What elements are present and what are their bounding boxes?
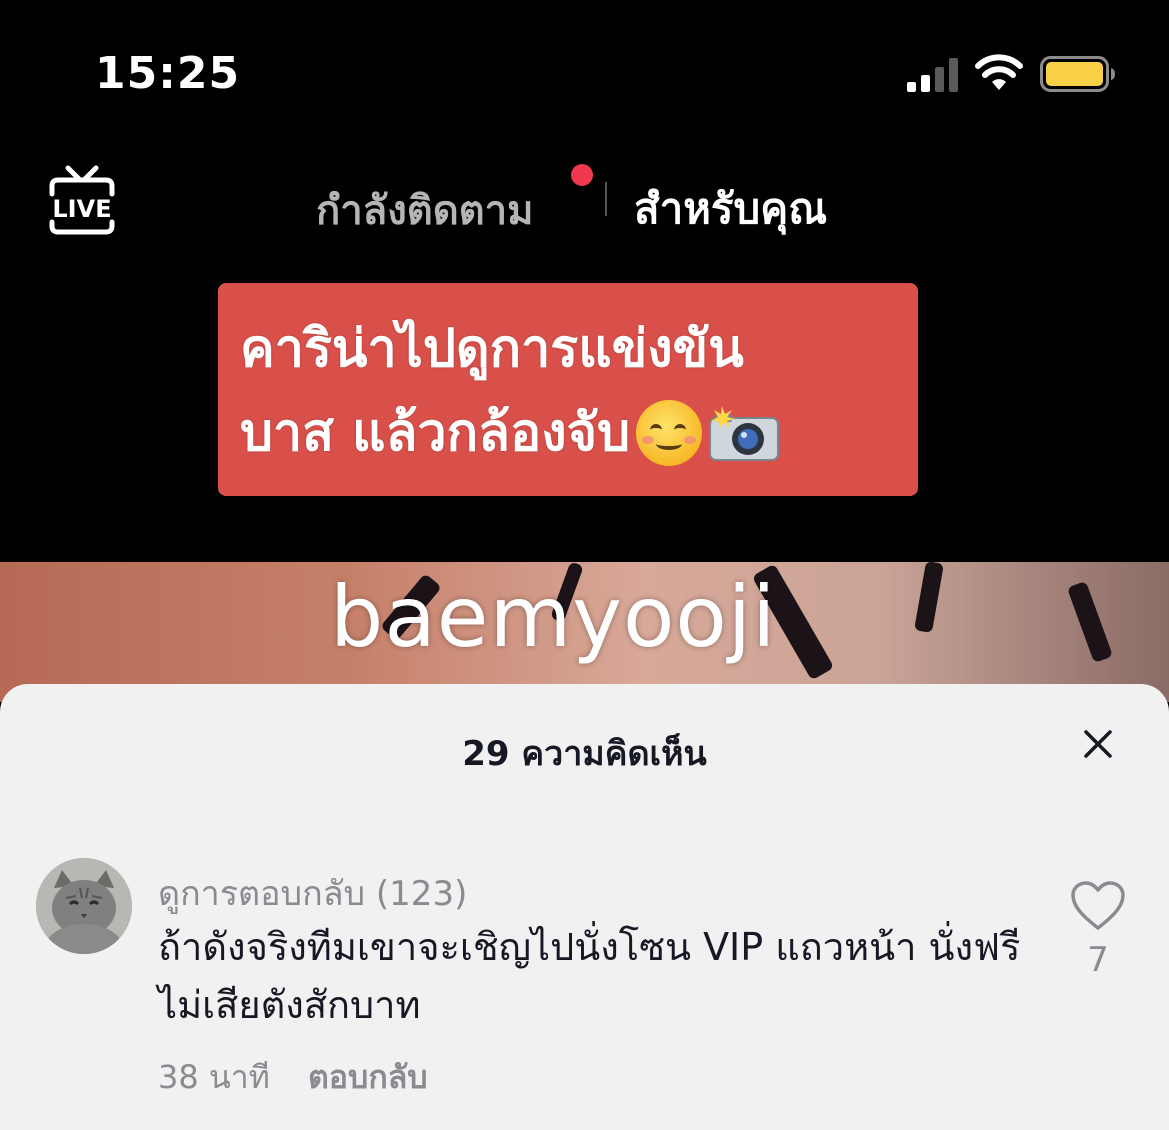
comments-count-title: 29 ความคิดเห็น: [462, 734, 707, 774]
smiling-face-emoji-icon: [636, 400, 703, 466]
tab-following[interactable]: กำลังติดตาม: [316, 178, 533, 242]
status-bar: 15:25: [0, 0, 1169, 140]
tab-divider: [605, 182, 607, 216]
signal-icon: [907, 58, 958, 92]
comment-meta: 38 นาที ตอบกลับ: [158, 1052, 428, 1103]
live-icon[interactable]: LIVE: [46, 164, 118, 238]
comment-time: 38 นาที: [158, 1058, 270, 1096]
status-time: 15:25: [95, 48, 241, 99]
video-caption-box: คาริน่าไปดูการแข่งขัน บาส แล้วกล้องจับ: [218, 283, 918, 496]
caption-line-2-text: บาส แล้วกล้องจับ: [240, 403, 631, 463]
comment-text: ถ้าดังจริงทีมเขาจะเชิญไปนั่งโซน VIP แถวห…: [158, 925, 1021, 1027]
top-nav: LIVE กำลังติดตาม สำหรับคุณ: [0, 140, 1169, 270]
video-watermark: baemyooji: [330, 568, 777, 666]
heart-icon[interactable]: [1070, 880, 1126, 932]
reply-button[interactable]: ตอบกลับ: [308, 1058, 428, 1096]
caption-line-2: บาส แล้วกล้องจับ: [240, 391, 896, 475]
like-count: 7: [1087, 940, 1109, 980]
avatar[interactable]: [36, 858, 132, 954]
battery-icon: [1040, 56, 1115, 92]
tab-for-you[interactable]: สำหรับคุณ: [634, 176, 827, 242]
caption-line-1: คาริน่าไปดูการแข่งขัน: [240, 319, 744, 379]
close-icon[interactable]: [1078, 724, 1118, 764]
comment-author[interactable]: ดูการตอบกลับ (123): [158, 866, 467, 920]
notification-dot: [571, 164, 593, 186]
wifi-icon: [975, 54, 1023, 90]
camera-flash-emoji-icon: [709, 406, 780, 461]
svg-text:LIVE: LIVE: [52, 195, 111, 223]
